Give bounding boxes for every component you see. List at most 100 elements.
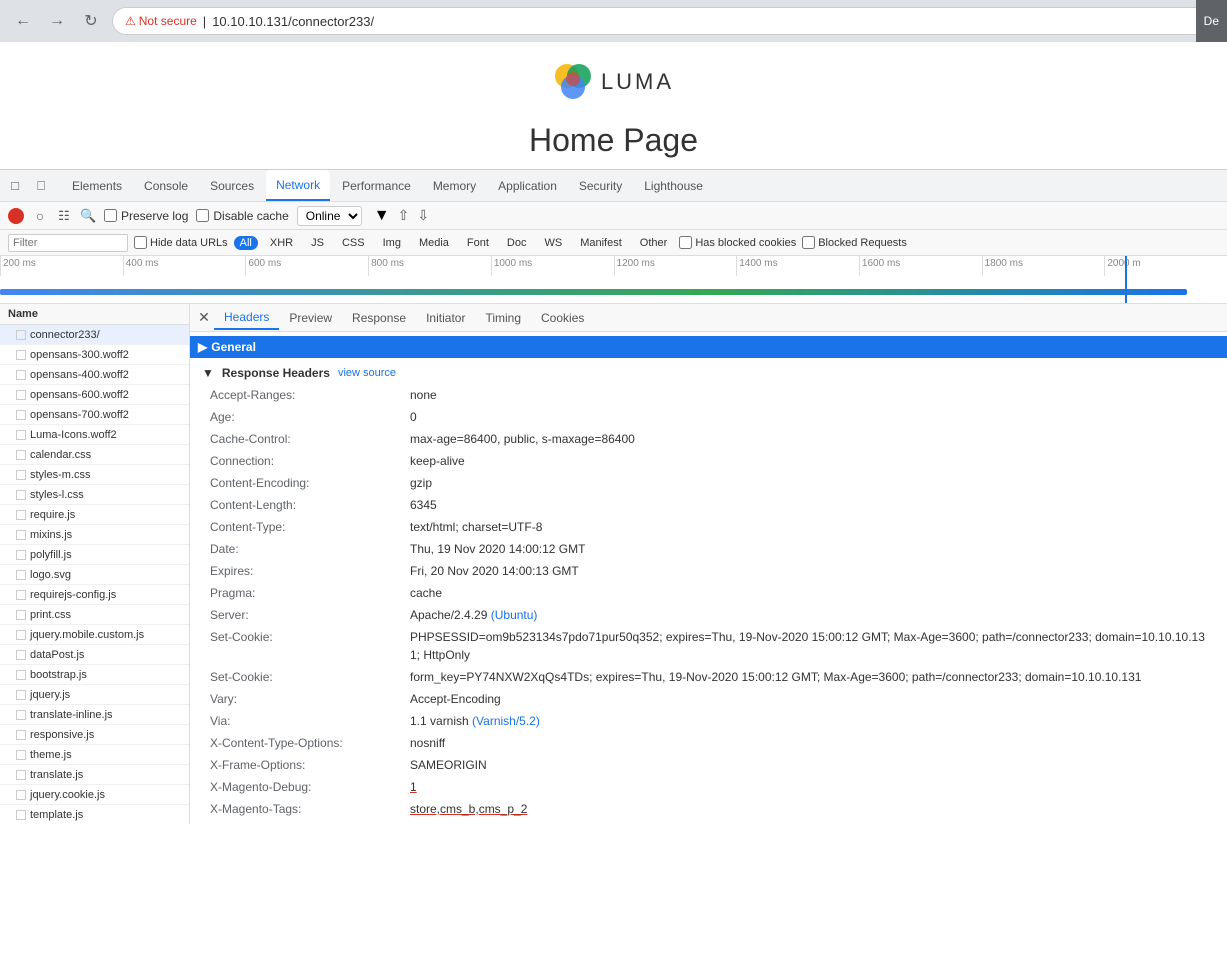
clear-button[interactable]: ○ <box>32 208 48 224</box>
devtools-tab-bar: □ ⎕ Elements Console Sources Network Per… <box>0 170 1227 202</box>
via-link[interactable]: (Varnish/5.2) <box>472 714 540 728</box>
file-item-template[interactable]: template.js <box>0 805 189 824</box>
tick-1800: 1800 ms <box>982 256 1105 276</box>
inspect-element-button[interactable]: □ <box>4 175 26 197</box>
tick-1600: 1600 ms <box>859 256 982 276</box>
header-x-magento-tags: X-Magento-Tags: store,cms_b,cms_p_2 <box>190 798 1227 820</box>
disable-cache-label[interactable]: Disable cache <box>196 209 288 223</box>
file-item-requirejs-config[interactable]: requirejs-config.js <box>0 585 189 605</box>
file-list-header: Name <box>0 304 189 325</box>
search-button[interactable]: 🔍 <box>80 208 96 224</box>
file-item-translate[interactable]: translate.js <box>0 765 189 785</box>
file-item-styles-l[interactable]: styles-l.css <box>0 485 189 505</box>
response-headers-arrow-icon: ▼ <box>202 366 214 380</box>
headers-content: ▶ General ▼ Response Headers view source… <box>190 332 1227 824</box>
preserve-log-label[interactable]: Preserve log <box>104 209 188 223</box>
request-tab-initiator[interactable]: Initiator <box>416 307 475 329</box>
request-tab-cookies[interactable]: Cookies <box>531 307 594 329</box>
general-section-header[interactable]: ▶ General <box>190 336 1227 358</box>
request-tab-preview[interactable]: Preview <box>279 307 342 329</box>
has-blocked-cookies-label[interactable]: Has blocked cookies <box>679 236 796 249</box>
tab-lighthouse[interactable]: Lighthouse <box>634 170 713 201</box>
address-bar[interactable]: ⚠ Not secure | 10.10.10.131/connector233… <box>112 7 1217 35</box>
tick-800: 800 ms <box>368 256 491 276</box>
header-age: Age: 0 <box>190 406 1227 428</box>
page-title: Home Page <box>0 122 1227 159</box>
filter-chip-xhr[interactable]: XHR <box>264 236 299 250</box>
file-item-opensans600[interactable]: opensans-600.woff2 <box>0 385 189 405</box>
blocked-requests-checkbox[interactable] <box>802 236 815 249</box>
server-link[interactable]: (Ubuntu) <box>491 608 538 622</box>
close-detail-button[interactable]: ✕ <box>194 308 214 328</box>
file-item-jquery-cookie[interactable]: jquery.cookie.js <box>0 785 189 805</box>
tab-sources[interactable]: Sources <box>200 170 264 201</box>
file-item-opensans400[interactable]: opensans-400.woff2 <box>0 365 189 385</box>
tab-security[interactable]: Security <box>569 170 632 201</box>
file-item-datapost[interactable]: dataPost.js <box>0 645 189 665</box>
filter-input[interactable] <box>8 234 128 252</box>
filter-chip-img[interactable]: Img <box>377 236 407 250</box>
file-item-print[interactable]: print.css <box>0 605 189 625</box>
timeline-ticks: 200 ms 400 ms 600 ms 800 ms 1000 ms 1200… <box>0 256 1227 276</box>
header-x-frame-options: X-Frame-Options: SAMEORIGIN <box>190 754 1227 776</box>
request-tab-response[interactable]: Response <box>342 307 416 329</box>
tab-elements[interactable]: Elements <box>62 170 132 201</box>
tab-console[interactable]: Console <box>134 170 198 201</box>
tab-memory[interactable]: Memory <box>423 170 486 201</box>
file-item-calendar[interactable]: calendar.css <box>0 445 189 465</box>
throttle-select[interactable]: Online <box>297 206 362 226</box>
filter-chip-css[interactable]: CSS <box>336 236 371 250</box>
file-item-translate-inline[interactable]: translate-inline.js <box>0 705 189 725</box>
response-headers-title: ▼ Response Headers view source <box>190 362 1227 384</box>
filter-chip-all[interactable]: All <box>234 236 258 250</box>
filter-chip-doc[interactable]: Doc <box>501 236 533 250</box>
tab-performance[interactable]: Performance <box>332 170 421 201</box>
file-item-jquery[interactable]: jquery.js <box>0 685 189 705</box>
file-item-require[interactable]: require.js <box>0 505 189 525</box>
hide-data-urls-label[interactable]: Hide data URLs <box>134 236 228 249</box>
filter-button[interactable]: ☷ <box>56 208 72 224</box>
file-item-theme[interactable]: theme.js <box>0 745 189 765</box>
upload-icon[interactable]: ⇧ <box>398 207 410 224</box>
tab-network[interactable]: Network <box>266 170 330 201</box>
file-item-responsive[interactable]: responsive.js <box>0 725 189 745</box>
file-item-connector[interactable]: connector233/ <box>0 325 189 345</box>
forward-button[interactable]: → <box>44 8 70 34</box>
file-item-mixins[interactable]: mixins.js <box>0 525 189 545</box>
back-button[interactable]: ← <box>10 8 36 34</box>
filter-chip-other[interactable]: Other <box>634 236 674 250</box>
download-icon[interactable]: ⇩ <box>417 207 429 224</box>
file-item-logo[interactable]: logo.svg <box>0 565 189 585</box>
hide-data-urls-checkbox[interactable] <box>134 236 147 249</box>
header-accept-ranges: Accept-Ranges: none <box>190 384 1227 406</box>
file-item-luma-icons[interactable]: Luma-Icons.woff2 <box>0 425 189 445</box>
file-item-opensans700[interactable]: opensans-700.woff2 <box>0 405 189 425</box>
tab-application[interactable]: Application <box>488 170 567 201</box>
has-blocked-cookies-checkbox[interactable] <box>679 236 692 249</box>
detail-panel: ✕ Headers Preview Response Initiator Tim… <box>190 304 1227 824</box>
file-item-polyfill[interactable]: polyfill.js <box>0 545 189 565</box>
separator: | <box>203 14 206 29</box>
filter-chip-font[interactable]: Font <box>461 236 495 250</box>
device-toggle-button[interactable]: ⎕ <box>30 175 52 197</box>
preserve-log-checkbox[interactable] <box>104 209 117 222</box>
record-button[interactable] <box>8 208 24 224</box>
timeline-bar: 200 ms 400 ms 600 ms 800 ms 1000 ms 1200… <box>0 256 1227 304</box>
file-item-jquery-mobile[interactable]: jquery.mobile.custom.js <box>0 625 189 645</box>
filter-chip-ws[interactable]: WS <box>538 236 568 250</box>
blocked-requests-label[interactable]: Blocked Requests <box>802 236 907 249</box>
timeline-marker <box>1125 256 1127 303</box>
filter-chip-media[interactable]: Media <box>413 236 455 250</box>
request-tab-timing[interactable]: Timing <box>475 307 531 329</box>
reload-button[interactable]: ↻ <box>78 8 104 34</box>
filter-chip-manifest[interactable]: Manifest <box>574 236 628 250</box>
disable-cache-checkbox[interactable] <box>196 209 209 222</box>
filter-chip-js[interactable]: JS <box>305 236 330 250</box>
request-tab-headers[interactable]: Headers <box>214 306 279 330</box>
file-item-opensans300[interactable]: opensans-300.woff2 <box>0 345 189 365</box>
file-item-styles-m[interactable]: styles-m.css <box>0 465 189 485</box>
header-via: Via: 1.1 varnish (Varnish/5.2) <box>190 710 1227 732</box>
view-source-link[interactable]: view source <box>338 367 396 379</box>
file-item-bootstrap[interactable]: bootstrap.js <box>0 665 189 685</box>
header-expires: Expires: Fri, 20 Nov 2020 14:00:13 GMT <box>190 560 1227 582</box>
